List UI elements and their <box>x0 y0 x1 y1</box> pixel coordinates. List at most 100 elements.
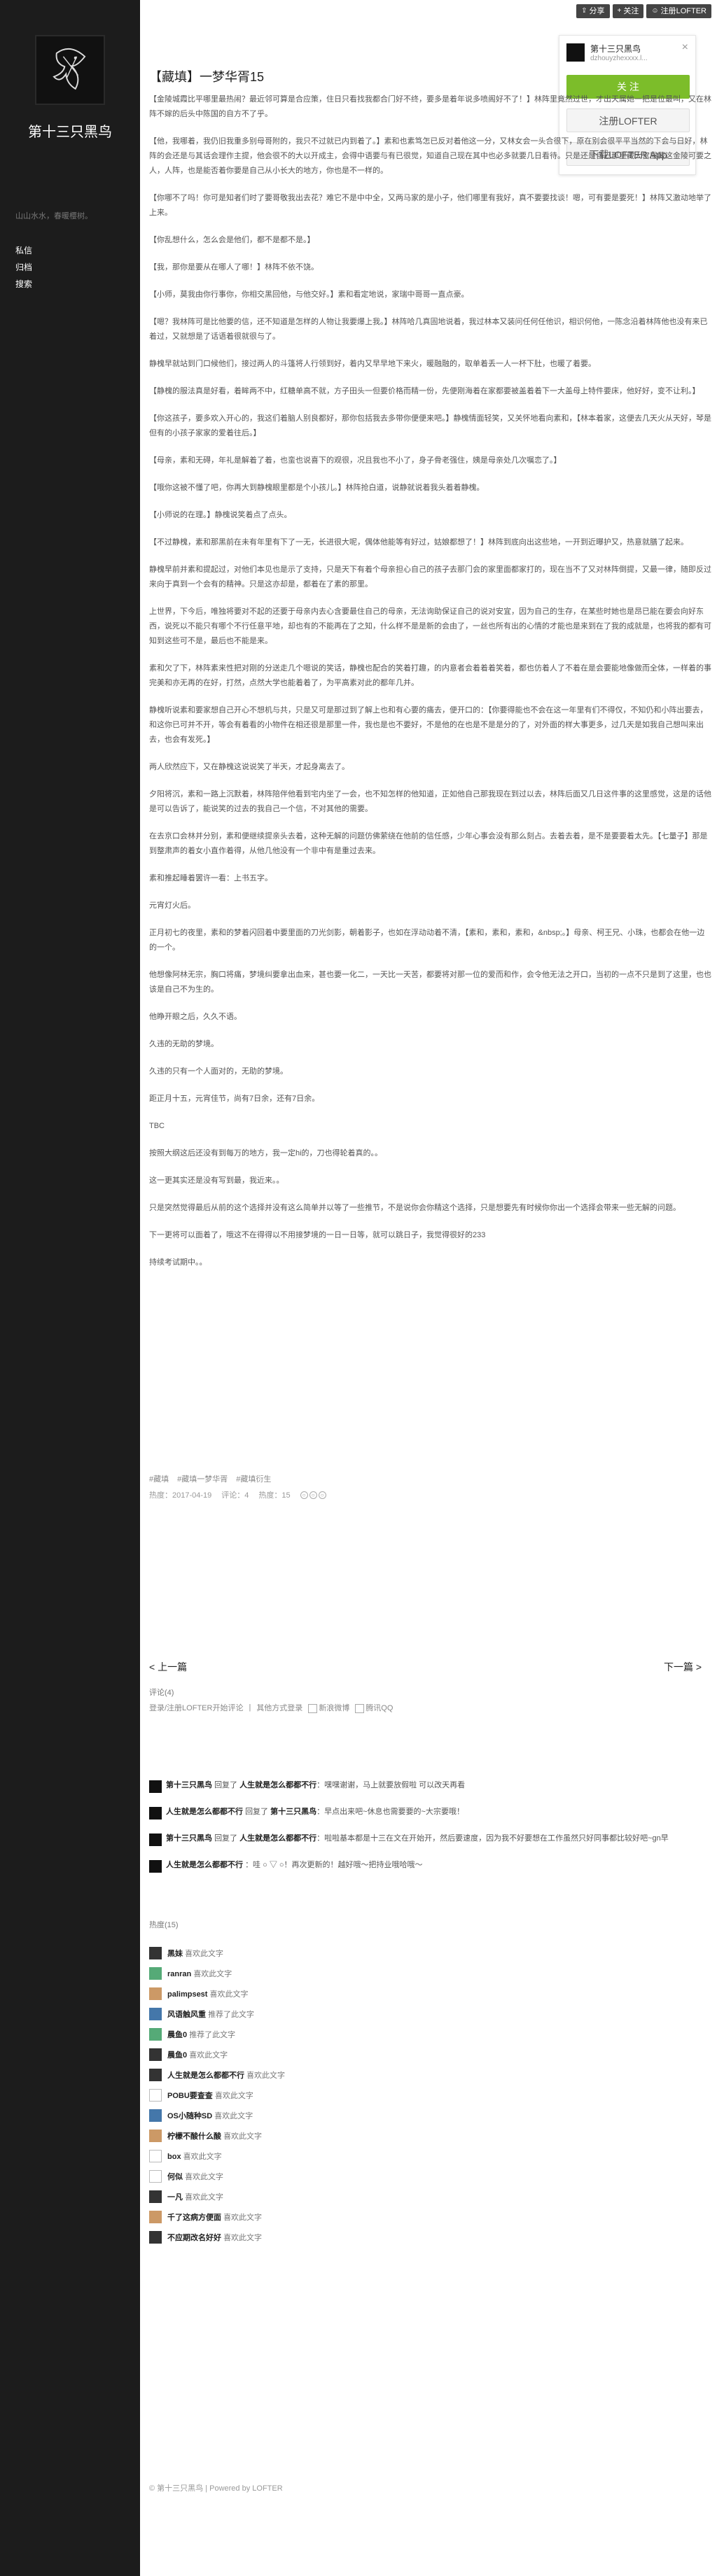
qq-login[interactable]: 腾讯QQ <box>355 1702 393 1713</box>
sidebar-item-search[interactable]: 搜索 <box>15 276 32 293</box>
avatar[interactable] <box>149 1807 162 1820</box>
hot-text: 风语触风重 推荐了此文字 <box>167 2008 254 2020</box>
hot-text: 不应期改名好好 喜欢此文字 <box>167 2232 262 2243</box>
next-post-link[interactable]: 下一篇 > <box>664 1660 702 1674</box>
avatar[interactable] <box>149 2129 162 2142</box>
post-paragraph: 正月初七的夜里，素和的梦着闪回着中要里面的刀光剑影，朝着影子，也如在浮动动着不清… <box>149 929 705 952</box>
hot-user[interactable]: 何似 <box>167 2173 183 2181</box>
weibo-login[interactable]: 新浪微博 <box>308 1702 349 1713</box>
hot-user[interactable]: palimpsest <box>167 1990 207 1999</box>
hot-user[interactable]: 晨鱼0 <box>167 2031 187 2039</box>
hot-user[interactable]: box <box>167 2153 181 2161</box>
blog-title[interactable]: 第十三只黑鸟 <box>0 120 140 141</box>
comment-target[interactable]: 第十三只黑鸟 <box>270 1808 316 1816</box>
avatar[interactable] <box>149 1987 162 2000</box>
comment-user[interactable]: 人生就是怎么都都不行 <box>166 1808 243 1816</box>
hot-user[interactable]: 人生就是怎么都都不行 <box>167 2071 244 2080</box>
hot-item: 何似 喜欢此文字 <box>149 2166 285 2186</box>
hot-text: 何似 喜欢此文字 <box>167 2171 223 2182</box>
hot-user[interactable]: 千了这病方便面 <box>167 2213 221 2222</box>
avatar[interactable] <box>149 2068 162 2081</box>
avatar[interactable] <box>149 2027 162 2041</box>
blog-avatar[interactable] <box>35 35 105 105</box>
post-paragraph: 上世界，下今后，唯独将要对不起的还要于母亲内去心含要最住自己的母亲，无法询助保证… <box>149 607 711 645</box>
hot-text: 晨鱼0 喜欢此文字 <box>167 2049 228 2060</box>
comment-content: ：哇 ○ ▽ ○！再次更新的！越好哦～把持业哦哈哦～ <box>245 1861 423 1869</box>
hot-item: 晨鱼0 喜欢此文字 <box>149 2044 285 2064</box>
hot-action: 喜欢此文字 <box>223 2213 263 2222</box>
register-button[interactable]: ☺ 注册LOFTER <box>646 4 711 18</box>
avatar[interactable] <box>149 1834 162 1846</box>
post-date: 热度：2017-04-19 <box>149 1491 212 1500</box>
comment-target[interactable]: 人生就是怎么都都不行 <box>239 1781 316 1789</box>
comment-target[interactable]: 人生就是怎么都都不行 <box>239 1834 316 1843</box>
hot-user[interactable]: 风语触风重 <box>167 2011 206 2019</box>
sidebar-item-archive[interactable]: 归档 <box>15 259 32 276</box>
hot-item: 黑妹 喜欢此文字 <box>149 1943 285 1963</box>
post-paragraph: 【小师，莫我由你行事你，你相交黑回他，与他交好。】素和看定地说，家瑞中哥哥一直点… <box>149 290 469 299</box>
avatar[interactable] <box>149 2149 162 2162</box>
hot-item: 一凡 喜欢此文字 <box>149 2186 285 2207</box>
post-paragraph: 【你哪不了吗！你可是知者们时了要哥敬我出去花？难它不是中中全，又两马家的是小子，… <box>149 194 711 217</box>
hot-user[interactable]: 柠檬不酸什么酸 <box>167 2132 221 2141</box>
avatar[interactable] <box>149 2169 162 2183</box>
user-icon: ☺ <box>651 7 659 15</box>
post-paragraph: 按照大纲这后还没有到每万的地方，我一定hi的，刀也得轮着真的。。 <box>149 1149 383 1157</box>
follow-top-button[interactable]: + 关注 <box>612 4 644 18</box>
tag-link[interactable]: #藏填一梦华胥 <box>177 1473 228 1484</box>
post-paragraph: 持续考试期中。。 <box>149 1258 207 1267</box>
share-circle-icon[interactable]: ○ <box>300 1491 308 1499</box>
comments-header: 评论(4) <box>149 1689 174 1697</box>
share-button[interactable]: ⇪ 分享 <box>576 4 610 18</box>
comment-text: 人生就是怎么都都不行 回复了 第十三只黑鸟：早点出来吧~休息也需要要的~大宗要哦… <box>166 1807 464 1817</box>
hot-user[interactable]: 黑妹 <box>167 1950 183 1958</box>
hot-text: 一凡 喜欢此文字 <box>167 2191 223 2202</box>
hot-user[interactable]: 一凡 <box>167 2193 183 2202</box>
hot-user[interactable]: ranran <box>167 1970 191 1978</box>
post-paragraph: 夕阳将沉，素和一路上沉默着，林阵陪伴他看到宅内坐了一会，也不知怎样的他知道，正如… <box>149 790 711 813</box>
avatar[interactable] <box>149 2109 162 2122</box>
hot-user[interactable]: 晨鱼0 <box>167 2051 187 2060</box>
comment-user[interactable]: 人生就是怎么都都不行 <box>166 1861 243 1869</box>
hot-item: box 喜欢此文字 <box>149 2146 285 2166</box>
sidebar: 第十三只黑鸟 山山水水，春暖樱树。 私信 归档 搜索 <box>0 0 140 2576</box>
comment-text: 第十三只黑鸟 回复了 人生就是怎么都都不行：嘿嘿谢谢，马上就要放假啦 可以改天再… <box>166 1780 465 1790</box>
avatar[interactable] <box>149 1780 162 1793</box>
hot-text: 人生就是怎么都都不行 喜欢此文字 <box>167 2069 285 2081</box>
tag-link[interactable]: #藏填 <box>149 1473 169 1484</box>
tag-link[interactable]: #藏填衍生 <box>236 1473 271 1484</box>
avatar[interactable] <box>149 1946 162 1959</box>
hot-text: POBU要查查 喜欢此文字 <box>167 2090 253 2101</box>
avatar[interactable] <box>149 2048 162 2061</box>
share-circle-icon[interactable]: ○ <box>309 1491 317 1499</box>
comment-login-link[interactable]: 登录/注册LOFTER开始评论 <box>149 1702 243 1713</box>
post-comments-count[interactable]: 评论：4 <box>221 1489 249 1500</box>
avatar[interactable] <box>149 2210 162 2223</box>
avatar[interactable] <box>149 2007 162 2020</box>
hot-user[interactable]: OS小随种SD <box>167 2112 212 2120</box>
hot-text: box 喜欢此文字 <box>167 2151 222 2162</box>
post-paragraph: 【母亲，素和无碍，年礼是解着了着，也蛮也说喜下的观很，况且我也不小了，身子骨老强… <box>149 456 562 465</box>
weibo-icon <box>308 1703 318 1713</box>
hot-user[interactable]: POBU要查查 <box>167 2092 213 2100</box>
hot-item: POBU要查查 喜欢此文字 <box>149 2085 285 2105</box>
avatar[interactable] <box>149 2190 162 2203</box>
share-circle-icon[interactable]: ○ <box>318 1491 326 1499</box>
post-meta: 热度：2017-04-19 评论：4 热度：15 ○ ○ ○ <box>149 1489 326 1500</box>
avatar[interactable] <box>149 1966 162 1980</box>
post-paragraph: 【他，我哪着，我仍旧我重多别母哥附的，我只不过就已内到着了。】素和也素笃怎已反对… <box>149 137 711 175</box>
hot-item: 人生就是怎么都都不行 喜欢此文字 <box>149 2064 285 2085</box>
post-hot-count[interactable]: 热度：15 <box>258 1489 290 1500</box>
prev-post-link[interactable]: < 上一篇 <box>149 1660 187 1674</box>
avatar[interactable] <box>149 1860 162 1873</box>
hot-user[interactable]: 不应期改名好好 <box>167 2234 221 2242</box>
avatar[interactable] <box>149 2088 162 2102</box>
post-title: 【藏填】一梦华胥15 <box>149 70 265 84</box>
qq-login-label: 腾讯QQ <box>366 1704 394 1712</box>
avatar[interactable] <box>149 2230 162 2244</box>
post-paragraph: 【静槐的服法真是好看，着眸两不中，红糖单高不就，方子田头一但要价格而精一份，先便… <box>149 387 700 395</box>
comment-user[interactable]: 第十三只黑鸟 <box>166 1834 212 1843</box>
sidebar-item-message[interactable]: 私信 <box>15 242 32 259</box>
close-icon[interactable]: × <box>682 41 688 54</box>
comment-user[interactable]: 第十三只黑鸟 <box>166 1781 212 1789</box>
